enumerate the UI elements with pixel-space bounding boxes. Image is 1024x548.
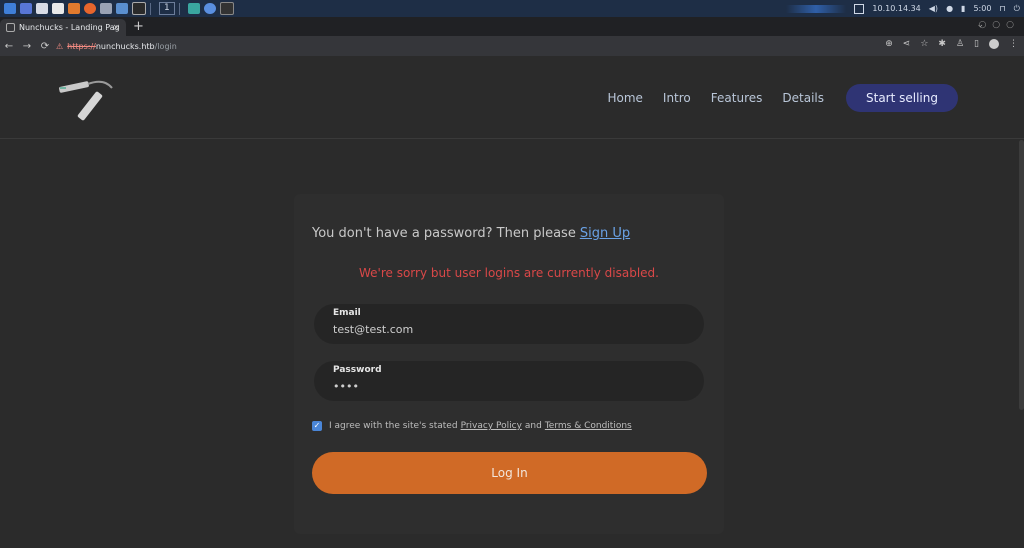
browser-menu-icon[interactable]: ⋮: [1009, 39, 1018, 49]
extensions-icon[interactable]: ✱: [938, 39, 946, 49]
taskbar-separator: [150, 2, 151, 15]
app-menu-icon[interactable]: [4, 3, 16, 14]
back-button[interactable]: ←: [0, 41, 18, 52]
url-path: /login: [154, 41, 177, 51]
site-header: Home Intro Features Details Start sellin…: [0, 56, 1024, 139]
chrome-task-icon[interactable]: [203, 3, 216, 14]
clock: 5:00: [973, 4, 992, 13]
firefox-icon[interactable]: [84, 3, 96, 14]
terminal-icon[interactable]: [132, 2, 146, 15]
url-field[interactable]: ⚠ https:// nunchucks.htb /login: [56, 39, 876, 53]
notification-icon[interactable]: ●: [946, 4, 953, 13]
bookmark-star-icon[interactable]: ☆: [920, 39, 928, 49]
web-page: Home Intro Features Details Start sellin…: [0, 56, 1024, 548]
profile-extension-icon[interactable]: ♙: [956, 39, 964, 49]
tab-strip: Nunchucks - Landing Pag × + ⌄ ○○○: [0, 17, 1024, 36]
privacy-policy-link[interactable]: Privacy Policy: [461, 421, 522, 431]
nav-home[interactable]: Home: [607, 91, 642, 105]
window-controls[interactable]: ○○○: [978, 20, 1020, 30]
agree-text: I agree with the site's stated: [329, 421, 458, 431]
lock-icon[interactable]: ⊓: [999, 4, 1005, 13]
url-scheme: https://: [67, 41, 96, 51]
signup-link[interactable]: Sign Up: [580, 226, 630, 241]
task-app-icon[interactable]: [187, 3, 200, 14]
desktop-icon[interactable]: [20, 3, 32, 14]
login-button[interactable]: Log In: [312, 452, 707, 494]
profile-avatar[interactable]: [989, 39, 999, 49]
text-editor-icon[interactable]: [52, 3, 64, 14]
page-scrollbar[interactable]: [1019, 140, 1024, 410]
terms-agreement: ✓ I agree with the site's stated Privacy…: [312, 421, 635, 431]
reload-button[interactable]: ⟳: [36, 41, 54, 52]
os-taskbar: 1 10.10.14.34 ◀) ● ▮ 5:00 ⊓ ⏻: [0, 0, 1024, 17]
forward-button[interactable]: →: [18, 41, 36, 52]
zoom-icon[interactable]: ⊕: [885, 39, 893, 49]
signup-prompt: You don't have a password? Then please Si…: [312, 226, 630, 241]
nav-features[interactable]: Features: [711, 91, 763, 105]
workspace-indicator[interactable]: 1: [159, 2, 175, 15]
folder-icon[interactable]: [36, 3, 48, 14]
network-graph-icon: [786, 4, 847, 13]
email-label: Email: [333, 308, 361, 318]
share-icon[interactable]: ⋖: [903, 39, 911, 49]
terminal-task-icon[interactable]: [219, 2, 234, 15]
password-label: Password: [333, 365, 382, 375]
and-text: and: [524, 421, 542, 431]
power-icon[interactable]: ⏻: [1014, 4, 1020, 14]
email-input[interactable]: [333, 323, 673, 336]
login-disabled-error: We're sorry but user logins are currentl…: [359, 266, 659, 280]
toolbar-icons: ⊕ ⋖ ☆ ✱ ♙ ▯ ⋮: [885, 39, 1018, 49]
not-secure-icon[interactable]: ⚠: [56, 42, 63, 51]
agree-checkbox[interactable]: ✓: [312, 421, 322, 431]
email-field[interactable]: Email: [314, 304, 704, 344]
tab-close-icon[interactable]: ×: [112, 23, 120, 33]
address-bar: ← → ⟳ ⚠ https:// nunchucks.htb /login ⊕ …: [0, 36, 1024, 56]
start-selling-button[interactable]: Start selling: [846, 84, 958, 112]
nav-intro[interactable]: Intro: [663, 91, 691, 105]
vpn-ip-text: 10.10.14.34: [872, 4, 921, 13]
battery-icon: ▮: [961, 4, 966, 13]
screen-icon[interactable]: [854, 3, 865, 14]
files-icon[interactable]: [100, 3, 112, 14]
main-nav: Home Intro Features Details Start sellin…: [587, 84, 958, 112]
volume-icon[interactable]: ◀): [929, 4, 938, 13]
url-host: nunchucks.htb: [95, 41, 155, 51]
new-tab-button[interactable]: +: [133, 19, 144, 35]
image-icon[interactable]: [116, 3, 128, 14]
system-tray: 10.10.14.34 ◀) ● ▮ 5:00 ⊓ ⏻: [786, 0, 1020, 17]
nunchucks-logo[interactable]: [56, 76, 118, 124]
login-card: You don't have a password? Then please Si…: [294, 194, 724, 534]
side-panel-icon[interactable]: ▯: [974, 39, 979, 49]
password-input[interactable]: ••••: [333, 380, 673, 393]
browser-tab[interactable]: Nunchucks - Landing Pag ×: [0, 19, 126, 36]
terms-link[interactable]: Terms & Conditions: [545, 421, 632, 431]
taskbar-separator: [178, 2, 180, 15]
password-field[interactable]: Password ••••: [314, 361, 704, 401]
burp-icon[interactable]: [68, 3, 80, 14]
tab-title: Nunchucks - Landing Pag: [19, 23, 120, 32]
nunchucks-favicon-icon: [6, 23, 15, 32]
nav-details[interactable]: Details: [782, 91, 824, 105]
signup-prompt-text: You don't have a password? Then please: [312, 226, 576, 241]
